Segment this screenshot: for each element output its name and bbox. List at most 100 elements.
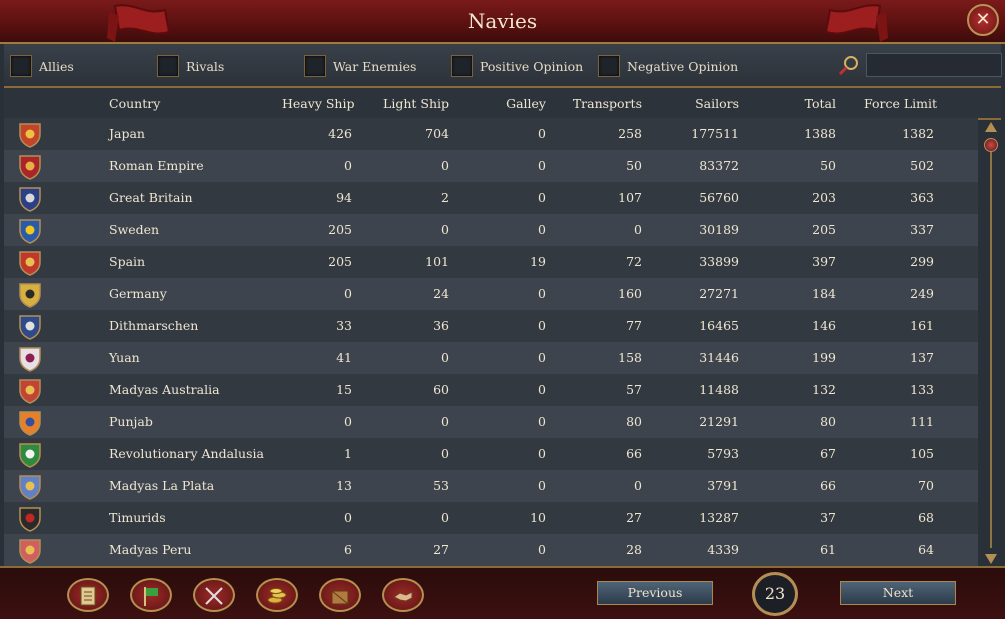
cell-country[interactable]: Dithmarschen [109, 318, 198, 333]
table-row[interactable]: Yuan 41 0 0 158 31446 199 137 [4, 342, 978, 374]
cell-sailors: 11488 [699, 382, 739, 397]
checkbox[interactable] [10, 55, 32, 77]
economy-button[interactable] [256, 578, 298, 612]
scroll-track[interactable] [990, 138, 992, 548]
table-row[interactable]: Revolutionary Andalusia 1 0 0 66 5793 67 105 [4, 438, 978, 470]
military-button[interactable] [193, 578, 235, 612]
column-header-heavy-ship[interactable]: Heavy Ship [282, 96, 354, 111]
column-header-country[interactable]: Country [109, 96, 160, 111]
cell-transports: 57 [626, 382, 642, 397]
country-flag-icon[interactable] [18, 506, 42, 532]
country-flag-icon[interactable] [18, 538, 42, 564]
close-button[interactable]: ✕ [967, 4, 999, 36]
table-row[interactable]: Spain 205 101 19 72 33899 397 299 [4, 246, 978, 278]
scroll-up-arrow-icon[interactable] [985, 122, 997, 132]
checkbox[interactable] [304, 55, 326, 77]
country-flag-icon[interactable] [18, 218, 42, 244]
table-row[interactable]: Japan 426 704 0 258 177511 1388 1382 [4, 118, 978, 150]
navies-table: Japan 426 704 0 258 177511 1388 1382 Roman Empir… [4, 118, 978, 566]
scroll-thumb[interactable] [984, 138, 998, 152]
country-flag-icon[interactable] [18, 346, 42, 372]
checkbox[interactable] [157, 55, 179, 77]
table-row[interactable]: Madyas Australia 15 60 0 57 11488 132 133 [4, 374, 978, 406]
cell-light-ship: 2 [441, 190, 449, 205]
cell-country[interactable]: Yuan [109, 350, 140, 365]
country-flag-icon[interactable] [18, 122, 42, 148]
filter-allies[interactable]: Allies [10, 54, 74, 78]
table-row[interactable]: Dithmarschen 33 36 0 77 16465 146 161 [4, 310, 978, 342]
column-header-light-ship[interactable]: Light Ship [379, 96, 449, 111]
column-header-total[interactable]: Total [766, 96, 836, 111]
country-flag-icon[interactable] [18, 378, 42, 404]
previous-button[interactable]: Previous [597, 581, 713, 605]
cell-country[interactable]: Madyas Peru [109, 542, 191, 557]
right-ribbon-ornament [824, 4, 888, 42]
cell-light-ship: 0 [441, 446, 449, 461]
filter-war-enemies[interactable]: War Enemies [304, 54, 416, 78]
table-row[interactable]: Roman Empire 0 0 0 50 83372 50 502 [4, 150, 978, 182]
trade-button[interactable] [319, 578, 361, 612]
diplomacy-button[interactable] [382, 578, 424, 612]
checkbox[interactable] [451, 55, 473, 77]
column-header-galley[interactable]: Galley [476, 96, 546, 111]
cell-galley: 0 [538, 414, 546, 429]
flag-icon [144, 587, 158, 606]
search-input[interactable] [866, 53, 1002, 77]
table-row[interactable]: Madyas Peru 6 27 0 28 4339 61 64 [4, 534, 978, 566]
scroll-down-arrow-icon[interactable] [985, 554, 997, 564]
table-row[interactable]: Punjab 0 0 0 80 21291 80 111 [4, 406, 978, 438]
cell-total: 61 [820, 542, 836, 557]
country-flag-icon[interactable] [18, 442, 42, 468]
cell-country[interactable]: Japan [109, 126, 145, 141]
cell-country[interactable]: Spain [109, 254, 145, 269]
cell-force-limit: 363 [910, 190, 934, 205]
handshake-icon [393, 591, 413, 602]
country-flag-icon[interactable] [18, 410, 42, 436]
cell-country[interactable]: Punjab [109, 414, 153, 429]
filter-label: Allies [39, 58, 74, 74]
table-row[interactable]: Germany 0 24 0 160 27271 184 249 [4, 278, 978, 310]
filter-rivals[interactable]: Rivals [157, 54, 224, 78]
cell-country[interactable]: Madyas La Plata [109, 478, 214, 493]
country-flag-icon[interactable] [18, 314, 42, 340]
ledger-button[interactable] [67, 578, 109, 612]
cell-galley: 0 [538, 222, 546, 237]
scrollbar[interactable] [983, 120, 999, 566]
filter-label: Negative Opinion [627, 58, 739, 74]
table-row[interactable]: Madyas La Plata 13 53 0 0 3791 66 70 [4, 470, 978, 502]
country-flag-icon[interactable] [18, 474, 42, 500]
country-flag-icon[interactable] [18, 186, 42, 212]
column-header-sailors[interactable]: Sailors [669, 96, 739, 111]
filter-positive-opinion[interactable]: Positive Opinion [451, 54, 583, 78]
column-header-force-limit[interactable]: Force Limit [864, 96, 937, 111]
cell-country[interactable]: Revolutionary Andalusia [109, 446, 264, 461]
table-row[interactable]: Great Britain 94 2 0 107 56760 203 363 [4, 182, 978, 214]
cell-galley: 0 [538, 190, 546, 205]
cell-country[interactable]: Great Britain [109, 190, 193, 205]
country-flag-icon[interactable] [18, 250, 42, 276]
cell-country[interactable]: Roman Empire [109, 158, 204, 173]
cell-country[interactable]: Timurids [109, 510, 166, 525]
table-row[interactable]: Sweden 205 0 0 0 30189 205 337 [4, 214, 978, 246]
filter-negative-opinion[interactable]: Negative Opinion [598, 54, 738, 78]
cell-transports: 160 [618, 286, 642, 301]
next-button[interactable]: Next [840, 581, 956, 605]
cell-transports: 80 [626, 414, 642, 429]
cell-country[interactable]: Germany [109, 286, 167, 301]
cell-country[interactable]: Sweden [109, 222, 159, 237]
flag-button[interactable] [130, 578, 172, 612]
search-icon[interactable] [837, 53, 861, 77]
cell-light-ship: 0 [441, 350, 449, 365]
cell-total: 132 [812, 382, 836, 397]
cell-total: 80 [820, 414, 836, 429]
cell-country[interactable]: Madyas Australia [109, 382, 220, 397]
cell-total: 205 [812, 222, 836, 237]
table-row[interactable]: Timurids 0 0 10 27 13287 37 68 [4, 502, 978, 534]
cell-transports: 0 [634, 478, 642, 493]
checkbox[interactable] [598, 55, 620, 77]
cell-sailors: 30189 [699, 222, 739, 237]
country-flag-icon[interactable] [18, 154, 42, 180]
country-flag-icon[interactable] [18, 282, 42, 308]
cell-total: 397 [812, 254, 836, 269]
column-header-transports[interactable]: Transports [572, 96, 642, 111]
